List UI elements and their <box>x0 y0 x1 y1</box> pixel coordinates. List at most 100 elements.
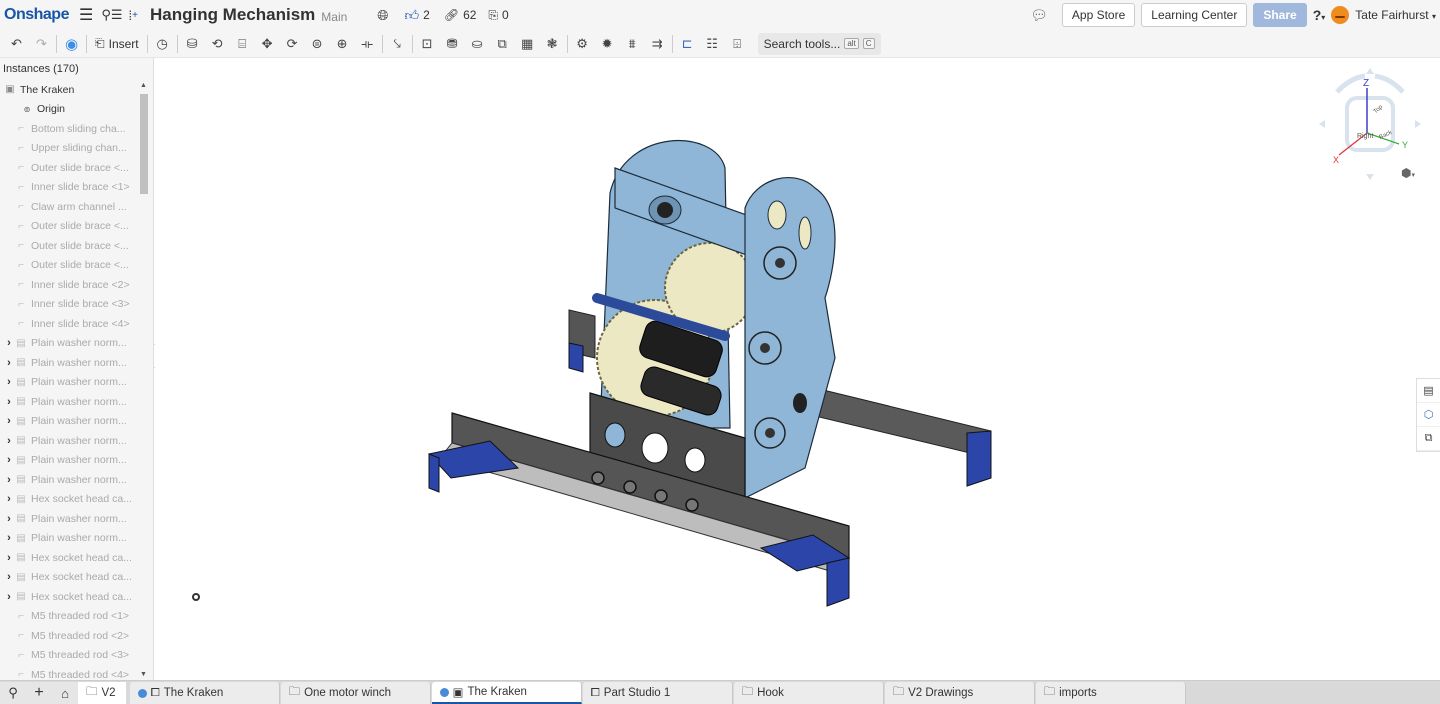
origin-marker-icon[interactable] <box>192 593 200 601</box>
tree-item[interactable]: ⌐ M5 threaded rod <4> <box>0 665 138 680</box>
expand-chevron-icon[interactable]: › <box>0 493 14 505</box>
tree-item[interactable]: ⌐ Inner slide brace <3> <box>0 295 138 315</box>
revolute-mate-icon[interactable]: ⟲ <box>205 32 230 56</box>
graphics-viewport[interactable]: Z X Y Right Top Back ⬢▾ ▤ ⬡ ⧉ <box>155 58 1440 680</box>
gear-relation-icon[interactable]: ⚙ <box>570 32 595 56</box>
expand-chevron-icon[interactable]: › <box>0 532 14 544</box>
share-button[interactable]: Share <box>1253 3 1307 27</box>
app-store-button[interactable]: App Store <box>1061 3 1136 27</box>
tree-item[interactable]: ⌐ Outer slide brace <... <box>0 158 138 178</box>
view-left-arrow[interactable] <box>1319 120 1325 128</box>
replicate-icon[interactable]: ◷ <box>150 32 175 56</box>
mate-panel-button[interactable]: ⧉ <box>1417 427 1440 451</box>
view-right-arrow[interactable] <box>1415 120 1421 128</box>
onshape-logo[interactable]: Onshape <box>4 6 69 24</box>
tree-item[interactable]: › ▤ Plain washer norm... <box>0 529 138 549</box>
rear-rail[interactable] <box>814 387 992 459</box>
tree-item[interactable]: › ▤ Plain washer norm... <box>0 353 138 373</box>
cube-body[interactable] <box>1345 96 1395 152</box>
tree-item[interactable]: ⌐ Outer slide brace <... <box>0 256 138 276</box>
expand-chevron-icon[interactable]: › <box>0 591 14 603</box>
rack-pinion-icon[interactable]: ✹ <box>595 32 620 56</box>
search-tools-input[interactable]: Search tools... alt C <box>757 32 881 55</box>
insert-button[interactable]: ⎗ Insert <box>89 36 145 51</box>
folder-breadcrumb[interactable]: 🗀︎ V2 <box>78 682 126 704</box>
expand-chevron-icon[interactable]: › <box>0 357 14 369</box>
cylindrical-mate-icon[interactable]: ⟳ <box>280 32 305 56</box>
regenerate-icon[interactable]: ◉ <box>59 32 84 56</box>
rotate-left-arrow[interactable] <box>1335 73 1366 94</box>
tree-item[interactable]: › ▤ Hex socket head ca... <box>0 587 138 607</box>
face-top-label[interactable]: Top <box>1373 104 1385 115</box>
tree-item[interactable]: › ▤ Plain washer norm... <box>0 392 138 412</box>
globe-icon[interactable]: 🌐︎ <box>377 7 388 24</box>
assembly-model[interactable] <box>155 58 1440 680</box>
user-menu[interactable]: Tate Fairhurst ▾ <box>1355 8 1436 22</box>
redo-icon[interactable]: ↷ <box>29 32 54 56</box>
sidebar-scrollbar[interactable]: ▲ ▼ <box>138 80 150 680</box>
scroll-up-icon[interactable]: ▲ <box>140 82 147 89</box>
tree-item[interactable]: ⌐ Outer slide brace <... <box>0 217 138 237</box>
avatar[interactable] <box>1331 6 1350 24</box>
tab-the-kraken[interactable]: ▣ The Kraken <box>431 682 582 704</box>
tree-item[interactable]: › ▤ Plain washer norm... <box>0 451 138 471</box>
feature-list-icon[interactable]: ⚲☰ <box>101 7 122 23</box>
pin-slot-mate-icon[interactable]: ⊜ <box>305 32 330 56</box>
expand-chevron-icon[interactable]: › <box>0 474 14 486</box>
undo-icon[interactable]: ↶ <box>4 32 29 56</box>
mass-properties-icon[interactable]: ⌹ <box>725 32 750 56</box>
tree-item[interactable]: › ▤ Plain washer norm... <box>0 509 138 529</box>
add-tab-icon[interactable]: + <box>26 682 52 704</box>
comment-icon[interactable]: 💬︎ <box>1030 7 1048 24</box>
rear-bracket-left[interactable] <box>568 342 584 373</box>
front-bracket-left-leg[interactable] <box>428 453 440 493</box>
tree-item[interactable]: ⌐ M5 threaded rod <1> <box>0 607 138 627</box>
copy-icon[interactable]: ⎘ <box>488 8 498 23</box>
rear-bracket-right[interactable] <box>966 430 992 487</box>
tab-hook[interactable]: 🗀︎ Hook <box>733 682 884 704</box>
view-up-arrow[interactable] <box>1366 68 1374 74</box>
measure-icon[interactable]: ⊏ <box>675 32 700 56</box>
tree-root[interactable]: ▣ The Kraken <box>0 80 138 100</box>
tree-item[interactable]: › ▤ Plain washer norm... <box>0 334 138 354</box>
mate-connector-icon[interactable]: ⛃ <box>440 32 465 56</box>
insert-mate-icon[interactable]: ⁞ + <box>129 8 138 23</box>
linear-relation-icon[interactable]: ⇉ <box>645 32 670 56</box>
tree-item[interactable]: ⌐ Upper sliding chan... <box>0 139 138 159</box>
tree-item[interactable]: › ▤ Plain washer norm... <box>0 470 138 490</box>
tab-one-motor-winch[interactable]: 🗀︎ One motor winch <box>280 682 431 704</box>
tree-item[interactable]: ⌐ Inner slide brace <1> <box>0 178 138 198</box>
section-view-icon[interactable]: ▦ <box>515 32 540 56</box>
slider-mate-icon[interactable]: ⌸ <box>230 32 255 56</box>
tab-the-kraken[interactable]: ⧠ The Kraken <box>129 682 280 704</box>
scroll-down-icon[interactable]: ▼ <box>140 671 147 678</box>
link-icon[interactable]: 🔗︎ <box>444 8 459 22</box>
tree-item[interactable]: ⌐ Inner slide brace <4> <box>0 314 138 334</box>
rotate-right-arrow[interactable] <box>1374 73 1405 94</box>
tree-item[interactable]: ⌐ M5 threaded rod <2> <box>0 626 138 646</box>
tab-filter-icon[interactable]: ⚲ <box>0 682 26 704</box>
relation-icon[interactable]: ⛀ <box>465 32 490 56</box>
tree-item[interactable]: › ▤ Plain washer norm... <box>0 412 138 432</box>
tree-item[interactable]: ⌐ Bottom sliding cha... <box>0 119 138 139</box>
properties-panel-button[interactable]: ▤ <box>1417 379 1440 403</box>
front-bracket-right-leg[interactable] <box>826 557 850 607</box>
bom-icon[interactable]: ☷ <box>700 32 725 56</box>
hamburger-menu-icon[interactable]: ☰ <box>79 5 93 25</box>
parallel-mate-icon[interactable]: ⟛ <box>355 32 380 56</box>
expand-chevron-icon[interactable]: › <box>0 396 14 408</box>
planar-mate-icon[interactable]: ✥ <box>255 32 280 56</box>
help-icon[interactable]: ?▾ <box>1313 7 1326 23</box>
tab-v2-drawings[interactable]: 🗀︎ V2 Drawings <box>884 682 1035 704</box>
linear-pattern-icon[interactable]: ⧉ <box>490 32 515 56</box>
screw-relation-icon[interactable]: ⩩ <box>620 32 645 56</box>
tree-item[interactable]: › ▤ Hex socket head ca... <box>0 568 138 588</box>
tree-item[interactable]: ⌐ Inner slide brace <2> <box>0 275 138 295</box>
group-icon[interactable]: ⊡ <box>415 32 440 56</box>
fastened-mate-icon[interactable]: ⛁ <box>180 32 205 56</box>
tree-item[interactable]: › ▤ Plain washer norm... <box>0 431 138 451</box>
tree-origin[interactable]: ⊚ Origin <box>0 100 138 120</box>
like-icon[interactable]: 👍︎ <box>405 7 420 24</box>
tree-item[interactable]: › ▤ Hex socket head ca... <box>0 548 138 568</box>
expand-chevron-icon[interactable]: › <box>0 337 14 349</box>
